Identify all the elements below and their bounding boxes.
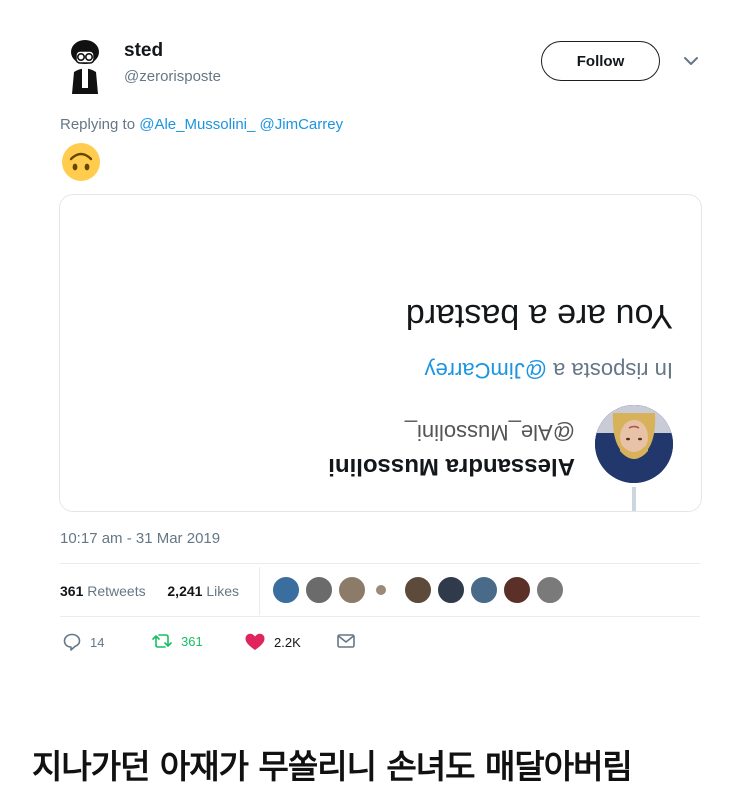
liker-avatar[interactable] <box>503 576 531 604</box>
author-avatar[interactable] <box>62 38 108 94</box>
meme-caption: 지나가던 아재가 무쏠리니 손녀도 매달아버림 <box>32 747 633 786</box>
quoted-tweet-text: You are a bastard <box>405 297 673 335</box>
mention-link-jimcarrey[interactable]: @JimCarrey <box>260 116 344 133</box>
retweets-count: 361 <box>60 583 84 599</box>
stats-separator <box>259 567 260 615</box>
quoted-author-handle[interactable]: @Ale_Mussolini_ <box>405 419 575 445</box>
retweets-label: Retweets <box>87 583 146 599</box>
liker-avatar[interactable] <box>404 576 432 604</box>
divider <box>60 563 700 564</box>
retweets-stat[interactable]: 361 Retweets <box>60 583 150 599</box>
likes-label: Likes <box>206 583 240 599</box>
retweet-icon <box>152 634 172 648</box>
liker-avatar[interactable] <box>375 584 387 596</box>
author-handle[interactable]: @zerorisposte <box>124 68 221 85</box>
quoted-tweet-rotated-content: Alessandra Mussolini @Ale_Mussolini_ In … <box>60 195 701 511</box>
likes-count: 2,241 <box>167 583 203 599</box>
quoted-author-display-name[interactable]: Alessandra Mussolini <box>328 452 575 480</box>
like-count: 2.2K <box>274 634 301 650</box>
divider <box>60 616 700 617</box>
follow-button[interactable]: Follow <box>541 41 660 81</box>
replying-to-line: Replying to @Ale_Mussolini_ @JimCarrey <box>60 116 343 133</box>
direct-message-action[interactable] <box>336 632 356 650</box>
liker-avatar[interactable] <box>305 576 333 604</box>
likes-stat[interactable]: 2,241 Likes <box>164 583 240 599</box>
liker-avatar[interactable] <box>338 576 366 604</box>
reply-icon <box>63 633 81 651</box>
quoted-author-avatar[interactable] <box>595 405 673 483</box>
upside-down-face-emoji-icon <box>62 143 100 181</box>
liker-avatar[interactable] <box>470 576 498 604</box>
like-action[interactable]: 2.2K <box>244 632 301 652</box>
liker-avatar[interactable] <box>437 576 465 604</box>
mention-link-ale-mussolini[interactable]: @Ale_Mussolini_ <box>139 116 255 133</box>
heart-icon <box>245 633 265 650</box>
retweet-action[interactable]: 361 <box>151 632 203 650</box>
reply-count: 14 <box>90 634 105 650</box>
quoted-tweet-card[interactable]: Alessandra Mussolini @Ale_Mussolini_ In … <box>59 194 702 512</box>
chevron-down-icon[interactable] <box>683 55 699 67</box>
retweet-count: 361 <box>181 633 203 649</box>
quoted-reply-prefix: In risposta a <box>553 358 673 383</box>
engagement-stats: 361 Retweets 2,241 Likes <box>60 583 239 599</box>
liker-avatar[interactable] <box>272 576 300 604</box>
reply-action[interactable]: 14 <box>62 632 104 652</box>
quoted-reply-line: In risposta a @JimCarrey <box>424 357 673 383</box>
quoted-mention-link-jimcarrey[interactable]: @JimCarrey <box>424 358 547 383</box>
author-display-name[interactable]: sted <box>124 40 163 62</box>
tweet-timestamp[interactable]: 10:17 am - 31 Mar 2019 <box>60 530 220 547</box>
liker-avatar[interactable] <box>536 576 564 604</box>
thread-line <box>632 487 636 511</box>
tweet-card: sted @zerorisposte Follow Replying to @A… <box>0 0 750 700</box>
replying-to-prefix: Replying to <box>60 116 136 133</box>
envelope-icon <box>337 634 355 648</box>
